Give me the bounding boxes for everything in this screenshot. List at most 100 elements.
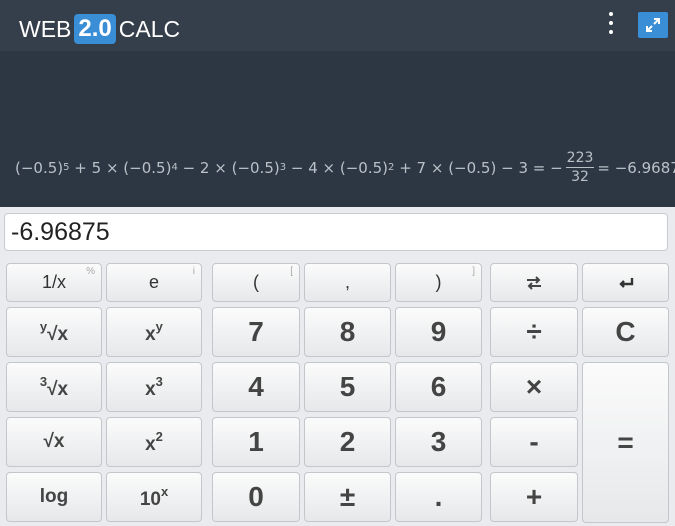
swap-button[interactable] bbox=[490, 263, 578, 302]
plus-minus-button[interactable]: ± bbox=[304, 472, 391, 522]
left-paren-button[interactable]: ( [ bbox=[212, 263, 300, 302]
expr-fraction: 223 32 bbox=[565, 149, 595, 186]
digit-1-button[interactable]: 1 bbox=[212, 417, 300, 467]
key-label: 0 bbox=[248, 481, 264, 512]
key-label: xy bbox=[145, 319, 163, 346]
key-label: 6 bbox=[430, 371, 447, 402]
key-label: e bbox=[148, 272, 159, 292]
digit-0-button[interactable]: 0 bbox=[212, 472, 300, 522]
key-superscript: 2 bbox=[155, 428, 163, 444]
expr-term: (−0.5) bbox=[123, 158, 172, 177]
result-input[interactable]: -6.96875 bbox=[4, 213, 668, 251]
digit-7-button[interactable]: 7 bbox=[212, 307, 300, 357]
equals-button[interactable]: = bbox=[582, 362, 669, 523]
key-label: y√x bbox=[40, 319, 68, 346]
key-label-text: √x bbox=[47, 323, 69, 345]
plus-button[interactable]: + bbox=[490, 472, 578, 522]
key-label-text: √x bbox=[47, 378, 69, 400]
x-power-y-button[interactable]: xy bbox=[106, 307, 202, 357]
digit-8-button[interactable]: 8 bbox=[304, 307, 391, 357]
key-label: ( bbox=[253, 272, 259, 292]
key-label: x3 bbox=[145, 374, 163, 401]
key-label: . bbox=[434, 481, 443, 512]
expr-coefficient: + 5 × bbox=[74, 158, 119, 177]
comma-button[interactable]: , bbox=[304, 263, 391, 302]
backspace-arrow-icon bbox=[618, 277, 633, 288]
e-constant-button[interactable]: e i bbox=[106, 263, 202, 302]
key-label: - bbox=[529, 426, 539, 457]
key-label: 1/x bbox=[41, 272, 66, 292]
decimal-point-button[interactable]: . bbox=[395, 472, 482, 522]
key-label-text: x bbox=[145, 433, 156, 455]
expr-coefficient: + 7 × bbox=[399, 158, 444, 177]
key-label: 4 bbox=[248, 371, 264, 402]
fraction-denominator: 32 bbox=[571, 169, 589, 185]
inverse-button[interactable]: 1/x % bbox=[6, 263, 102, 302]
key-label: ÷ bbox=[526, 316, 542, 347]
app-logo: WEB 2.0 CALC bbox=[19, 14, 180, 44]
key-label: 3√x bbox=[40, 374, 68, 401]
cube-root-button[interactable]: 3√x bbox=[6, 362, 102, 412]
key-label: , bbox=[344, 272, 350, 292]
logo-version-badge: 2.0 bbox=[74, 14, 116, 44]
key-label: 2 bbox=[339, 426, 356, 457]
key-label: 3 bbox=[430, 426, 447, 457]
minus-button[interactable]: - bbox=[490, 417, 578, 467]
log-button[interactable]: log bbox=[6, 472, 102, 522]
key-label: ) bbox=[435, 272, 442, 292]
ten-power-button[interactable]: 10x bbox=[106, 472, 202, 522]
key-hint: [ bbox=[290, 266, 293, 277]
key-hint: % bbox=[86, 266, 95, 277]
square-root-button[interactable]: √x bbox=[6, 417, 102, 467]
key-label: 5 bbox=[339, 371, 356, 402]
logo-web-text: WEB bbox=[19, 15, 72, 42]
digit-4-button[interactable]: 4 bbox=[212, 362, 300, 412]
key-label: 10x bbox=[140, 484, 168, 511]
key-label: 7 bbox=[248, 316, 264, 347]
expression-history: (−0.5) 5 + 5 × (−0.5) 4 − 2 × (−0.5) 3 − 4 … bbox=[15, 149, 675, 186]
digit-3-button[interactable]: 3 bbox=[395, 417, 482, 467]
display-area: (−0.5) 5 + 5 × (−0.5) 4 − 2 × (−0.5) 3 − 4 … bbox=[0, 51, 675, 207]
key-label: 9 bbox=[430, 316, 447, 347]
multiply-button[interactable]: × bbox=[490, 362, 578, 412]
key-label: ± bbox=[339, 481, 356, 512]
y-root-button[interactable]: y√x bbox=[6, 307, 102, 357]
expr-term: (−0.5) bbox=[339, 158, 389, 177]
digit-2-button[interactable]: 2 bbox=[304, 417, 391, 467]
digit-9-button[interactable]: 9 bbox=[395, 307, 482, 357]
expr-exponent: 4 bbox=[171, 162, 178, 173]
swap-arrows-icon bbox=[527, 275, 541, 290]
key-label-text: x bbox=[145, 323, 156, 345]
expr-term: (−0.5) bbox=[231, 158, 280, 177]
key-label-text: x bbox=[145, 378, 156, 400]
key-label: x2 bbox=[145, 429, 163, 456]
expr-result: = −6.96875 bbox=[597, 158, 675, 177]
expr-exponent: 3 bbox=[279, 162, 287, 173]
expand-arrows-icon bbox=[646, 18, 660, 32]
key-label: √x bbox=[43, 431, 65, 452]
key-superscript: y bbox=[155, 318, 163, 334]
key-label: 1 bbox=[248, 426, 264, 457]
expr-exponent: 5 bbox=[63, 162, 70, 173]
right-paren-button[interactable]: ) ] bbox=[395, 263, 482, 302]
digit-6-button[interactable]: 6 bbox=[395, 362, 482, 412]
digit-5-button[interactable]: 5 bbox=[304, 362, 391, 412]
expand-button[interactable] bbox=[638, 12, 668, 38]
expr-coefficient: − 2 × bbox=[182, 158, 227, 177]
expr-coefficient: − 4 × bbox=[290, 158, 336, 177]
key-superscript: x bbox=[160, 483, 169, 499]
key-label-text: 10 bbox=[139, 488, 161, 510]
backspace-button[interactable] bbox=[582, 263, 669, 302]
cube-button[interactable]: x3 bbox=[106, 362, 202, 412]
fraction-numerator: 223 bbox=[565, 150, 595, 168]
logo-calc-text: CALC bbox=[118, 15, 181, 42]
square-button[interactable]: x2 bbox=[106, 417, 202, 467]
clear-button[interactable]: C bbox=[582, 307, 669, 357]
key-hint: ] bbox=[472, 266, 475, 277]
key-label: log bbox=[39, 486, 69, 507]
key-label: + bbox=[525, 481, 543, 512]
divide-button[interactable]: ÷ bbox=[490, 307, 578, 357]
expr-constant: − 3 = − bbox=[501, 158, 563, 177]
key-label: 8 bbox=[339, 316, 356, 347]
vertical-dots-icon[interactable] bbox=[603, 12, 619, 34]
